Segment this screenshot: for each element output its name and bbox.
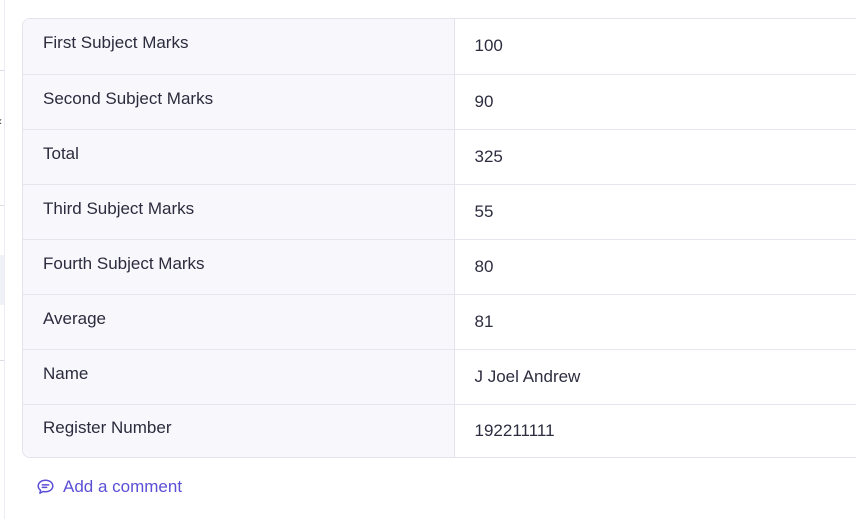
row-value: 81: [474, 311, 494, 331]
row-value: 55: [474, 201, 494, 221]
details-table: First Subject Marks 100 Second Subject M…: [22, 18, 856, 458]
table-row: Average 81: [23, 294, 856, 350]
row-label: Name: [43, 363, 89, 383]
row-label: Average: [43, 308, 107, 328]
caret-icon: ‹: [0, 115, 2, 127]
row-label: Total: [43, 143, 79, 163]
highlight: [0, 255, 4, 305]
table-row: Third Subject Marks 55: [23, 184, 856, 240]
add-comment-button[interactable]: Add a comment: [36, 477, 182, 497]
row-label: Third Subject Marks: [43, 198, 195, 218]
row-value: 192211111: [474, 421, 555, 441]
row-value: 90: [474, 91, 494, 111]
table-row: Total 325: [23, 129, 856, 185]
row-value-cell: 55: [454, 184, 856, 240]
row-value: 325: [474, 146, 503, 166]
row-value-cell: 192211111: [454, 404, 856, 457]
table-row: Register Number 192211111: [23, 404, 856, 457]
table-row: Name J Joel Andrew: [23, 349, 856, 405]
row-label-cell: Third Subject Marks: [23, 184, 455, 240]
table-row: Second Subject Marks 90: [23, 74, 856, 130]
row-label: Register Number: [43, 418, 172, 438]
divider: [0, 360, 4, 361]
row-label: First Subject Marks: [43, 33, 189, 53]
left-edge-strip: ‹: [0, 0, 5, 519]
page: ‹ First Subject Marks 100 Second Subject…: [0, 0, 856, 519]
row-label-cell: Average: [23, 294, 455, 350]
row-value: 80: [474, 256, 494, 276]
add-comment-label: Add a comment: [63, 477, 183, 496]
row-label-cell: Total: [23, 129, 455, 185]
row-label: Fourth Subject Marks: [43, 253, 205, 273]
row-value: J Joel Andrew: [474, 366, 581, 386]
row-label-cell: Fourth Subject Marks: [23, 239, 455, 295]
row-value: 100: [474, 36, 503, 56]
row-label-cell: First Subject Marks: [23, 19, 455, 75]
row-label-cell: Second Subject Marks: [23, 74, 455, 130]
row-value-cell: 90: [454, 74, 856, 130]
divider: [0, 205, 4, 206]
row-label: Second Subject Marks: [43, 88, 214, 108]
row-value-cell: 80: [454, 239, 856, 295]
comment-icon: [36, 478, 55, 496]
row-value-cell: 81: [454, 294, 856, 350]
row-value-cell: 100: [454, 19, 856, 75]
divider: [0, 70, 4, 71]
row-value-cell: 325: [454, 129, 856, 185]
row-value-cell: J Joel Andrew: [454, 349, 856, 405]
table-row: First Subject Marks 100: [23, 19, 856, 75]
row-label-cell: Register Number: [23, 404, 455, 457]
table-row: Fourth Subject Marks 80: [23, 239, 856, 295]
row-label-cell: Name: [23, 349, 455, 405]
